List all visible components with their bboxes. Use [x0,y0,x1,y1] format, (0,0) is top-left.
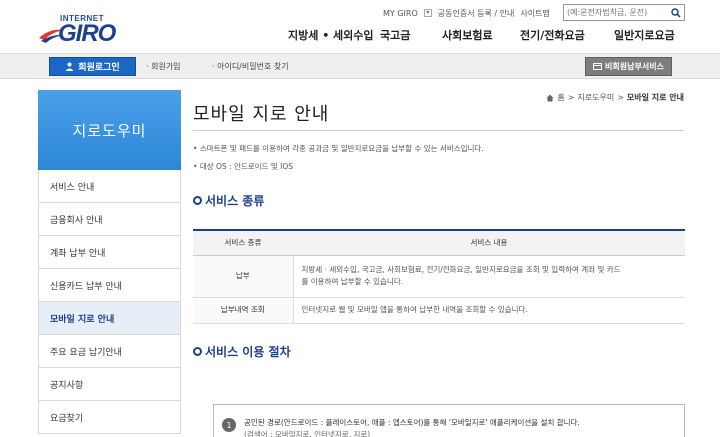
nav-local-tax[interactable]: 지방세 • 세외수입 [288,27,380,43]
bullet-circle-icon [193,196,202,205]
breadcrumb-separator: > [567,93,575,102]
sidebar-item-mobile-giro[interactable]: 모바일 지로 안내 [38,302,181,335]
search-box [563,4,685,21]
logo-big-text: GIRO [58,20,116,47]
step-subtext: (검색어 : 모바일지로, 인터넷지로, 지로) [244,430,371,437]
table-header: 서비스 내용 [293,229,685,256]
sidebar-item-service-info[interactable]: 서비스 안내 [38,170,181,203]
utility-links: MY GIRO ▾ 공동인증서 등록 / 안내 사이트맵 [383,6,550,20]
step-number: 1 [222,418,236,432]
table-header-row: 서비스 종류 서비스 내용 [193,229,685,256]
nonmember-payment-label: 비회원납부서비스 [605,62,664,71]
intro-bullet: 스마트폰 및 패드를 이용하여 각종 공과금 및 일반지로요금을 납부할 수 있… [193,140,484,158]
search-input[interactable] [564,5,668,20]
nav-electric-phone[interactable]: 전기/전화요금 [520,27,614,43]
sidebar-item-financial-institution[interactable]: 금융회사 안내 [38,203,181,236]
member-login-label: 회원로그인 [78,63,120,73]
sidebar-item-find-bill[interactable]: 요금찾기 [38,401,181,434]
intro-bullet: 대상 OS : 안드로이드 및 IOS [193,158,484,176]
header: INTERNET GIRO MY GIRO ▾ 공동인증서 등록 / 안내 사이… [0,0,720,52]
table-header: 서비스 종류 [193,229,293,256]
table-cell-line: 를 이용하여 납부할 수 있습니다. [301,277,404,286]
login-bar: 회원로그인 · 회원가입 · 아이디/비밀번호 찾기 비회원납부서비스 [0,53,720,79]
join-link[interactable]: · 회원가입 [146,61,181,72]
sidebar: 지로도우미 서비스 안내 금융회사 안내 계좌 납부 안내 신용카드 납부 안내… [38,90,181,434]
nonmember-payment-button[interactable]: 비회원납부서비스 [585,57,672,76]
member-login-button[interactable]: 회원로그인 [49,57,136,76]
table-row: 납부 지방세 · 세외수입, 국고금, 사회보험료, 전기/전화요금, 일반지로… [193,255,685,298]
nav-social-insurance[interactable]: 사회보험료 [442,27,520,43]
home-icon[interactable] [546,94,554,102]
my-giro-link[interactable]: MY GIRO [383,9,418,18]
sidebar-item-notices[interactable]: 공지사항 [38,368,181,401]
breadcrumb-current: 모바일 지로 안내 [626,93,684,102]
table-cell-line: 지방세 · 세외수입, 국고금, 사회보험료, 전기/전화요금, 일반지로요금을… [301,265,621,274]
sitemap-link[interactable]: 사이트맵 [520,8,549,19]
page-title: 모바일 지로 안내 [193,104,330,125]
table-row: 납부내역 조회 인터넷지로 웹 및 모바일 앱을 통하여 납부한 내역을 조회할… [193,297,685,324]
breadcrumb-home[interactable]: 홈 [557,92,564,103]
section-title: 서비스 이용 절차 [205,345,291,359]
step-text: 공인된 경로(안드로이드 : 플레이스토어, 애플 : 앱스토어)를 통해 '모… [244,418,580,427]
cert-link[interactable]: 공동인증서 등록 / 안내 [438,8,515,19]
table-cell-value: 인터넷지로 웹 및 모바일 앱을 통하여 납부한 내역을 조회할 수 있습니다. [293,297,685,324]
chevron-down-icon[interactable]: ▾ [423,9,432,17]
intro-bullets: 스마트폰 및 패드를 이용하여 각종 공과금 및 일반지로요금을 납부할 수 있… [193,140,484,176]
nav-general-giro[interactable]: 일반지로요금 [614,27,675,43]
section-heading-procedure: 서비스 이용 절차 [193,343,291,360]
card-icon [593,63,603,70]
breadcrumb-separator: > [617,93,624,102]
giro-logo[interactable]: INTERNET GIRO [38,14,128,48]
section-heading-service-types: 서비스 종류 [193,192,264,209]
sidebar-item-due-dates[interactable]: 주요 요금 납기안내 [38,335,181,368]
sidebar-title: 지로도우미 [38,90,181,170]
service-table: 서비스 종류 서비스 내용 납부 지방세 · 세외수입, 국고금, 사회보험료,… [193,229,685,324]
person-icon [65,62,74,71]
table-cell-key: 납부내역 조회 [193,297,294,324]
sidebar-item-account-payment[interactable]: 계좌 납부 안내 [38,236,181,269]
section-title: 서비스 종류 [205,194,265,208]
find-id-link[interactable]: · 아이디/비밀번호 찾기 [212,61,289,72]
table-cell-key: 납부 [193,255,294,298]
bullet-circle-icon [193,347,202,356]
main-nav: 지방세 • 세외수입 국고금 사회보험료 전기/전화요금 일반지로요금 [288,27,675,43]
procedure-step: 1 공인된 경로(안드로이드 : 플레이스토어, 애플 : 앱스토어)를 통해 … [213,404,685,437]
sidebar-item-card-payment[interactable]: 신용카드 납부 안내 [38,269,181,302]
title-divider [193,130,684,131]
nav-national-treasury[interactable]: 국고금 [380,27,442,43]
table-cell-value: 지방세 · 세외수입, 국고금, 사회보험료, 전기/전화요금, 일반지로요금을… [293,255,685,298]
breadcrumb-level1[interactable]: 지로도우미 [577,92,614,103]
search-icon[interactable] [671,8,681,18]
breadcrumb: 홈 > 지로도우미 > 모바일 지로 안내 [546,92,684,103]
